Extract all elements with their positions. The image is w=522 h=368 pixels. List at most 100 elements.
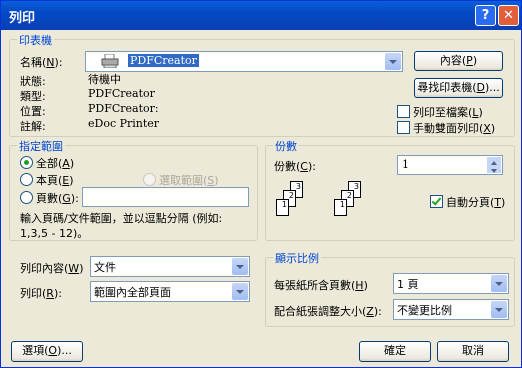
range-current-after: ): [69, 174, 74, 187]
options-button-after: )...: [57, 344, 72, 357]
printer-name-key: N: [46, 56, 55, 69]
copies-label-text: 份數(: [274, 160, 301, 173]
scale-select[interactable]: 不變更比例: [393, 299, 509, 320]
type-value: PDFCreator: [88, 87, 155, 100]
print-what-select[interactable]: 文件: [90, 256, 250, 277]
close-button[interactable]: ✕: [498, 5, 519, 26]
range-selection-label[interactable]: 選取範圍(S): [159, 172, 219, 188]
comment-value: eDoc Printer: [88, 117, 160, 130]
chevron-down-icon[interactable]: [232, 258, 248, 275]
pages-per-sheet-select[interactable]: 1 頁: [393, 273, 509, 294]
pages-per-sheet-key: H: [355, 279, 364, 292]
type-label: 類型:: [20, 90, 46, 103]
properties-button-label: 內容(: [439, 54, 467, 67]
range-all-text: 全部(: [36, 157, 63, 170]
status-value: 待機中: [88, 73, 121, 86]
ok-button[interactable]: 確定: [359, 341, 431, 362]
window-title: 列印: [9, 11, 36, 26]
options-button[interactable]: 選項(O)...: [11, 341, 83, 362]
copies-spinner[interactable]: 1: [397, 155, 503, 175]
range-all-label[interactable]: 全部(A): [36, 155, 74, 171]
find-printer-button[interactable]: 尋找印表機(D)...: [414, 78, 503, 98]
spin-up-icon[interactable]: [487, 157, 501, 165]
properties-button[interactable]: 內容(P): [414, 51, 503, 71]
cancel-button[interactable]: 取消: [437, 341, 509, 362]
print-label-key: R: [46, 287, 54, 300]
range-selection-after: ): [214, 174, 219, 187]
printer-legend: 印表機: [17, 32, 54, 48]
location-value: PDFCreator:: [88, 102, 159, 115]
print-what-value: 文件: [94, 261, 116, 274]
print-what-label: 列印內容(W): [20, 260, 83, 276]
manual-duplex-after: ): [490, 122, 496, 135]
range-all-radio[interactable]: [20, 156, 33, 169]
printer-name-select[interactable]: PDFCreator: [85, 51, 403, 72]
manual-duplex-label[interactable]: 手動雙面列印(X): [413, 120, 495, 136]
copies-label-after: ):: [307, 160, 316, 173]
chevron-down-icon[interactable]: [491, 301, 507, 318]
scale-label-key: Z: [366, 305, 374, 318]
properties-button-key: P: [466, 54, 473, 67]
pages-input[interactable]: [82, 187, 249, 207]
title-bar[interactable]: 列印 ? ✕: [1, 1, 521, 30]
chevron-down-icon[interactable]: [385, 53, 401, 70]
range-current-label[interactable]: 本頁(E): [36, 172, 74, 188]
range-all-after: ): [69, 157, 75, 170]
print-to-file-label[interactable]: 列印至檔案(L): [413, 104, 483, 120]
copies-legend: 份數: [273, 138, 299, 154]
properties-button-after: ): [472, 54, 478, 67]
find-printer-button-label: 尋找印表機(: [417, 81, 477, 94]
spin-down-icon[interactable]: [487, 165, 501, 173]
collate-page-1b: 1: [334, 199, 347, 216]
pages-per-sheet-value: 1 頁: [397, 278, 419, 291]
print-dialog: 列印 ? ✕ 印表機 名稱(N): PDFCreator 狀態: 待機中 類型:…: [0, 0, 522, 368]
printer-name-label-text: 名稱(: [20, 56, 47, 69]
chevron-down-icon[interactable]: [232, 283, 248, 300]
printer-name-value: PDFCreator: [128, 54, 199, 67]
copies-value: 1: [402, 158, 409, 171]
range-current-radio[interactable]: [20, 173, 33, 186]
printer-name-label: 名稱(N):: [20, 54, 63, 70]
collate-illustration: 3 2 1 3 2 1: [274, 181, 394, 231]
print-label: 列印(R):: [20, 285, 62, 301]
print-to-file-text: 列印至檔案(: [413, 106, 473, 119]
pages-per-sheet-after: ): [363, 279, 368, 292]
manual-duplex-key: X: [483, 122, 491, 135]
manual-duplex-text: 手動雙面列印(: [413, 122, 484, 135]
print-what-label-text: 列印內容(: [20, 262, 69, 275]
print-to-file-after: ): [478, 106, 483, 119]
range-pages-label[interactable]: 頁數(G):: [36, 190, 79, 206]
scale-value: 不變更比例: [397, 304, 452, 317]
find-printer-button-key: D: [476, 81, 485, 94]
help-button[interactable]: ?: [475, 5, 496, 26]
collate-after: ): [501, 196, 506, 209]
copies-label: 份數(C):: [274, 158, 316, 174]
printer-name-label-after: ):: [54, 56, 63, 69]
find-printer-button-after: )...: [485, 81, 500, 94]
options-button-label: 選項(: [22, 344, 49, 357]
collate-label[interactable]: 自動分頁(T): [446, 194, 505, 210]
pages-per-sheet-text: 每張紙所含頁數(: [274, 279, 356, 292]
print-label-after: ):: [53, 287, 62, 300]
print-pages-select[interactable]: 範圍內全部頁面: [90, 281, 250, 302]
range-pages-radio[interactable]: [20, 191, 33, 204]
chevron-down-icon[interactable]: [491, 275, 507, 292]
print-pages-value: 範圍內全部頁面: [94, 286, 171, 299]
range-selection-radio[interactable]: [143, 173, 156, 186]
zoom-legend: 顯示比例: [273, 250, 321, 266]
manual-duplex-checkbox[interactable]: [397, 121, 410, 134]
scale-label-text: 配合紙張調整大小(: [274, 305, 367, 318]
location-label: 位置:: [20, 105, 46, 118]
comment-label: 註解:: [20, 120, 46, 133]
print-what-label-after: ): [79, 262, 84, 275]
copies-label-key: C: [300, 160, 308, 173]
scale-label: 配合紙張調整大小(Z):: [274, 303, 382, 319]
page-range-legend: 指定範圍: [17, 138, 65, 154]
collate-checkbox[interactable]: [430, 195, 443, 208]
print-label-text: 列印(: [20, 287, 47, 300]
range-pages-text: 頁數(: [36, 192, 63, 205]
range-current-text: 本頁(: [36, 174, 63, 187]
print-to-file-checkbox[interactable]: [397, 105, 410, 118]
pages-per-sheet-label: 每張紙所含頁數(H): [274, 277, 368, 293]
status-label: 狀態:: [20, 75, 46, 88]
